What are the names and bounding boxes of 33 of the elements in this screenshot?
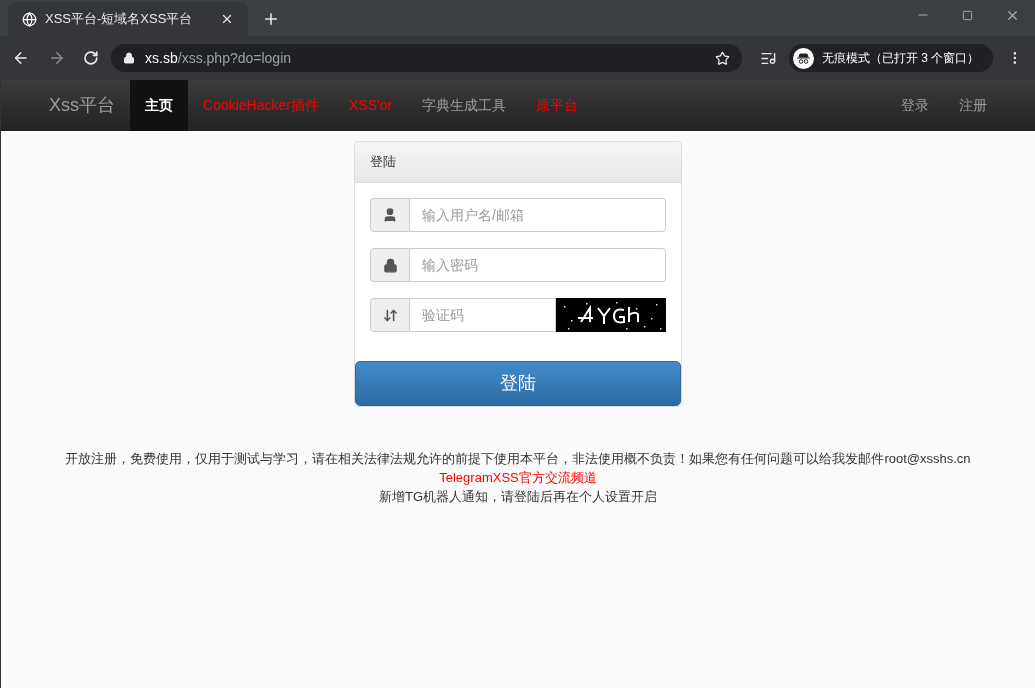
notice-text: 新增TG机器人通知，请登陆后再在个人设置开启 [378,488,657,506]
tab-title: XSS平台-短域名XSS平台 [45,10,194,29]
notice-text: 开放注册，免费使用，仅用于测试与学习，请在相关法律法规允许的前提下使用本平台，非法使用概不负责！如果您有任何问题可以给我发邮件root@xsshs.cn [65,450,971,468]
browser-tab[interactable]: XSS平台-短域名XSS平台 [8,2,248,36]
input-field[interactable]: 输入密码 [410,248,666,282]
bookmark-star-icon[interactable] [715,50,731,66]
nav-link[interactable]: 字典生成工具 [407,80,522,131]
url-text: xs.sb/xss.php?do=login [145,48,293,68]
nav-link[interactable]: 登录 [886,80,944,131]
nav-link[interactable]: CookieHacker插件 [188,80,334,131]
brand-title[interactable]: Xss平台 [49,92,115,119]
login-button[interactable]: 登陆 [355,361,681,406]
globe-icon [22,11,37,27]
nav-link[interactable]: 主页 [130,80,188,131]
user-icon [382,207,398,223]
input-field[interactable]: 输入用户名/邮箱 [410,198,666,232]
input-field[interactable]: 验证码 [410,298,556,332]
incognito-badge[interactable]: 无痕模式（已打开 3 个窗口） [788,44,994,72]
back-icon[interactable] [12,49,30,67]
reload-icon[interactable] [83,50,100,66]
close-icon[interactable] [220,12,234,26]
arrows-icon [382,307,398,323]
new-tab-icon[interactable] [262,10,280,28]
address-bar[interactable]: xs.sb/xss.php?do=login [111,44,743,72]
nav-link[interactable]: 注册 [944,80,1002,131]
lock-icon [382,257,398,273]
lock-icon [123,52,136,64]
nav-link[interactable]: XSS'or [333,80,408,131]
nav-link[interactable]: 原平台 [521,80,594,131]
incognito-icon [792,47,814,69]
telegram-link[interactable]: TelegramXSS官方交流频道 [439,468,597,487]
maximize-icon[interactable] [962,9,973,21]
panel-header: 登陆 [355,142,681,183]
